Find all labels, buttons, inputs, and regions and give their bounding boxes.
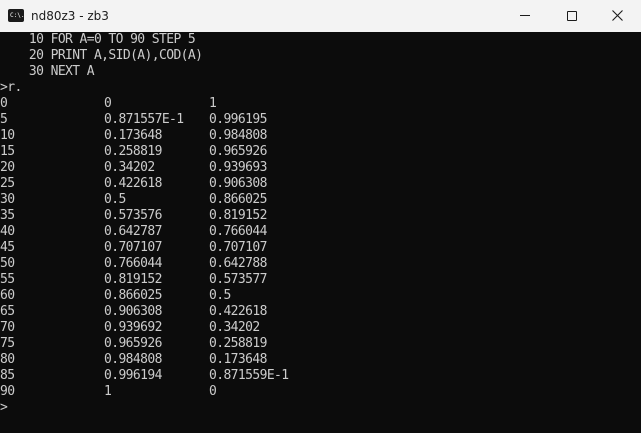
sine-value: 0.871557E-1 [104,112,184,127]
minimize-icon [520,15,530,16]
cosine-value: 1 [209,96,217,111]
sine-value: 0.819152 [104,272,162,287]
output-row: 75 0.965926 0.258819 [0,336,641,352]
sine-value: 0.996194 [104,368,162,383]
sine-value: 0.766044 [104,256,162,271]
output-row: 65 0.906308 0.422618 [0,304,641,320]
program-line: 20 PRINT A,SID(A),COD(A) [0,48,203,63]
sine-value: 0.866025 [104,288,162,303]
angle-value: 60 [0,288,15,303]
angle-value: 40 [0,224,15,239]
cosine-value: 0.819152 [209,208,267,223]
program-line: 30 NEXT A [0,64,95,79]
output-row: 10 0.173648 0.984808 [0,128,641,144]
program-line: 10 FOR A=0 TO 90 STEP 5 [0,32,196,47]
cosine-value: 0.866025 [209,192,267,207]
cosine-value: 0.258819 [209,336,267,351]
window-title: nd80z3 - zb3 [31,9,109,23]
cosine-value: 0.573577 [209,272,267,287]
output-row: 80 0.984808 0.173648 [0,352,641,368]
cosine-value: 0.34202 [209,320,260,335]
angle-value: 5 [0,112,8,127]
console-window: C:\. nd80z3 - zb3 10 FOR A=0 TO 90 STEP … [0,0,641,433]
angle-value: 35 [0,208,15,223]
angle-value: 75 [0,336,15,351]
cosine-value: 0 [209,384,217,399]
angle-value: 50 [0,256,15,271]
sine-value: 0.939692 [104,320,162,335]
cosine-value: 0.642788 [209,256,267,271]
cosine-value: 0.906308 [209,176,267,191]
sine-value: 0.642787 [104,224,162,239]
angle-value: 20 [0,160,15,175]
sine-value: 0.707107 [104,240,162,255]
output-row: 40 0.642787 0.766044 [0,224,641,240]
cosine-value: 0.766044 [209,224,267,239]
cosine-value: 0.173648 [209,352,267,367]
angle-value: 45 [0,240,15,255]
close-button[interactable] [595,0,641,32]
output-row: 20 0.34202 0.939693 [0,160,641,176]
sine-value: 1 [104,384,112,399]
output-row: 25 0.422618 0.906308 [0,176,641,192]
angle-value: 85 [0,368,15,383]
output-row: 85 0.996194 0.871559E-1 [0,368,641,384]
angle-value: 0 [0,96,8,111]
sine-value: 0.422618 [104,176,162,191]
console-output[interactable]: 10 FOR A=0 TO 90 STEP 5 20 PRINT A,SID(A… [0,32,641,433]
maximize-icon [567,11,577,21]
minimize-button[interactable] [503,0,549,32]
angle-value: 70 [0,320,15,335]
sine-value: 0.5 [104,192,126,207]
output-row: 30 0.5 0.866025 [0,192,641,208]
output-row: 70 0.939692 0.34202 [0,320,641,336]
cosine-value: 0.5 [209,288,231,303]
angle-value: 25 [0,176,15,191]
sine-value: 0.258819 [104,144,162,159]
cosine-value: 0.996195 [209,112,267,127]
sine-value: 0.173648 [104,128,162,143]
cosine-value: 0.422618 [209,304,267,319]
output-row: 5 0.871557E-1 0.996195 [0,112,641,128]
run-command-line: >r. [0,80,22,95]
angle-value: 80 [0,352,15,367]
output-row: 50 0.766044 0.642788 [0,256,641,272]
output-row: 35 0.573576 0.819152 [0,208,641,224]
angle-value: 90 [0,384,15,399]
cosine-value: 0.707107 [209,240,267,255]
output-row: 60 0.866025 0.5 [0,288,641,304]
maximize-button[interactable] [549,0,595,32]
cosine-value: 0.871559E-1 [209,368,289,383]
angle-value: 30 [0,192,15,207]
close-icon [612,10,623,21]
sine-value: 0.34202 [104,160,155,175]
sine-value: 0 [104,96,112,111]
output-row: 55 0.819152 0.573577 [0,272,641,288]
output-row: 45 0.707107 0.707107 [0,240,641,256]
cosine-value: 0.939693 [209,160,267,175]
angle-value: 15 [0,144,15,159]
sine-value: 0.984808 [104,352,162,367]
sine-value: 0.906308 [104,304,162,319]
cosine-value: 0.965926 [209,144,267,159]
command-prompt: > [0,400,8,415]
output-row: 0 0 1 [0,96,641,112]
angle-value: 10 [0,128,15,143]
terminal-icon: C:\. [8,9,24,22]
cosine-value: 0.984808 [209,128,267,143]
sine-value: 0.573576 [104,208,162,223]
angle-value: 55 [0,272,15,287]
angle-value: 65 [0,304,15,319]
output-row: 15 0.258819 0.965926 [0,144,641,160]
sine-value: 0.965926 [104,336,162,351]
output-row: 90 1 0 [0,384,641,400]
title-bar[interactable]: C:\. nd80z3 - zb3 [0,0,641,32]
